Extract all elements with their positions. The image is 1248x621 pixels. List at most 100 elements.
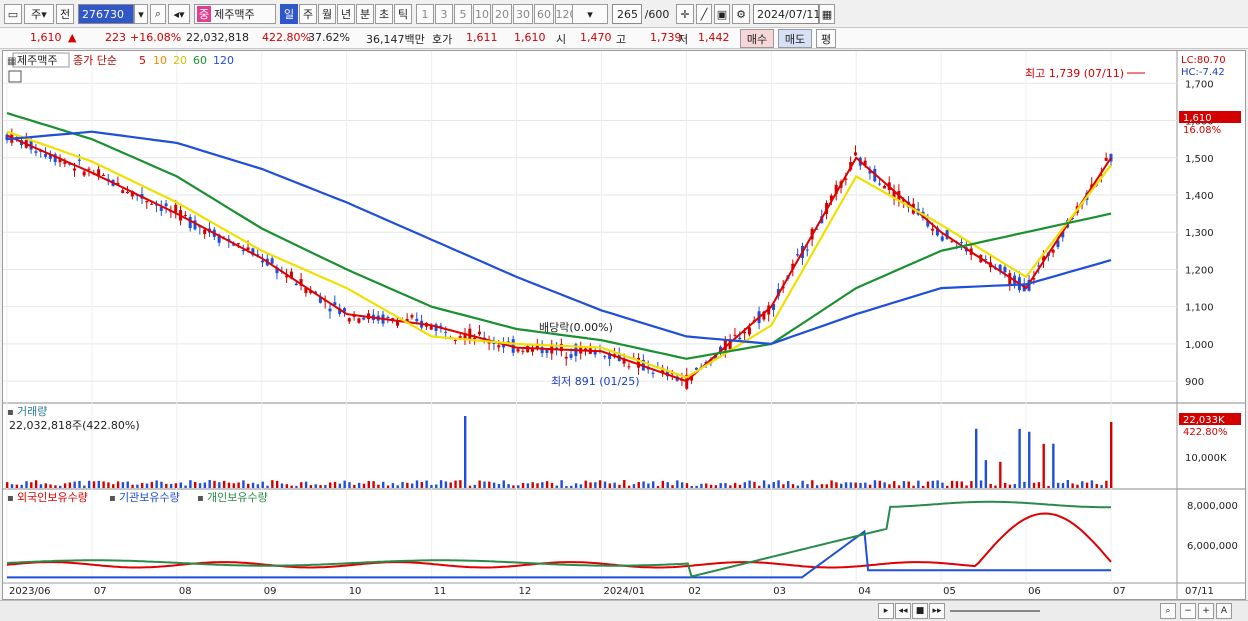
volume-bar xyxy=(550,482,554,488)
market-select[interactable]: 주 ▾ xyxy=(24,4,54,24)
buy-button[interactable]: 매수 xyxy=(740,29,774,48)
interval-tab-5[interactable]: 5 xyxy=(454,4,472,24)
volume-bar xyxy=(420,482,424,488)
volume-bar xyxy=(20,484,23,488)
save-icon[interactable]: ▣ xyxy=(714,4,730,24)
interval-tab-60[interactable]: 60 xyxy=(534,4,554,24)
volume-bar xyxy=(729,485,732,488)
volume-bar xyxy=(415,480,419,488)
volume-bar xyxy=(936,480,939,488)
period-tab-4[interactable]: 분 xyxy=(356,4,374,24)
volume-bar xyxy=(541,482,544,488)
layout-icon[interactable]: ▭ xyxy=(4,4,22,24)
x-tick-label: 02 xyxy=(688,586,701,597)
volume-bar xyxy=(357,482,361,488)
high-label: 고 xyxy=(616,33,627,46)
volume-bar xyxy=(343,480,346,488)
eval-button[interactable]: 평 xyxy=(816,29,836,48)
volume-bar xyxy=(251,482,255,488)
high-annotation: 최고 1,739 (07/11) xyxy=(1025,67,1124,80)
volume-bar xyxy=(430,484,433,488)
zoom-out-icon[interactable]: − xyxy=(1180,603,1196,619)
period-tab-0[interactable]: 일 xyxy=(280,4,298,24)
calendar-icon[interactable]: ▦ xyxy=(819,4,835,24)
font-size-icon[interactable]: A xyxy=(1216,603,1232,619)
date-input[interactable]: 2024/07/11 xyxy=(753,4,820,24)
interval-tab-30[interactable]: 30 xyxy=(513,4,533,24)
stock-code-input[interactable]: 276730 xyxy=(78,4,134,24)
first-icon[interactable]: ◂◂ xyxy=(895,603,911,619)
open-label: 시 xyxy=(556,33,567,46)
volume-bar xyxy=(613,482,616,488)
volume-bar xyxy=(791,484,795,488)
open-price: 1,470 xyxy=(580,31,612,44)
table-toggle-icon[interactable] xyxy=(8,70,22,83)
volume-bar xyxy=(377,484,380,488)
volume-bar xyxy=(1081,481,1084,488)
last-icon[interactable]: ▸▸ xyxy=(929,603,945,619)
sell-button[interactable]: 매도 xyxy=(778,29,812,48)
volume-bar xyxy=(999,461,1002,488)
interval-tab-3[interactable]: 3 xyxy=(435,4,453,24)
magnify-icon[interactable]: ⌕ xyxy=(1160,603,1176,619)
x-tick-label: 09 xyxy=(264,586,277,597)
stock-name-box[interactable]: 중 제주맥주 xyxy=(194,4,276,24)
volume-bar xyxy=(623,480,626,488)
x-tick-label: 11 xyxy=(434,586,447,597)
chart-area[interactable]: 1,7001,6001,5001,4001,3001,2001,1001,000… xyxy=(2,50,1246,600)
stock-chart[interactable]: 1,7001,6001,5001,4001,3001,2001,1001,000… xyxy=(3,51,1245,599)
volume-bar xyxy=(261,481,264,488)
ma-20-label: 20 xyxy=(173,54,187,67)
period-tab-5[interactable]: 초 xyxy=(375,4,393,24)
prev-select[interactable]: 전 xyxy=(56,4,74,24)
candle-body xyxy=(101,175,105,177)
volume-bar xyxy=(463,416,467,488)
zoom-in-icon[interactable]: + xyxy=(1198,603,1214,619)
volume-bar xyxy=(73,481,76,488)
candle-body xyxy=(564,356,568,359)
code-dropdown-icon[interactable]: ▾ xyxy=(134,4,148,24)
period-tab-2[interactable]: 월 xyxy=(318,4,336,24)
y-tick-label: 1,700 xyxy=(1185,79,1214,90)
period-tab-6[interactable]: 틱 xyxy=(394,4,412,24)
stop-icon[interactable]: ■ xyxy=(912,603,928,619)
period-tab-1[interactable]: 주 xyxy=(299,4,317,24)
volume-bar xyxy=(174,483,178,488)
volume-bar xyxy=(979,480,983,488)
draw-icon[interactable]: ╱ xyxy=(696,4,712,24)
x-tick-label: 05 xyxy=(943,586,956,597)
candle-body xyxy=(882,186,886,189)
zoom-slider[interactable] xyxy=(950,610,1040,612)
volume-bar xyxy=(140,482,144,488)
interval-select[interactable]: ▾ xyxy=(572,4,608,24)
candle-body xyxy=(174,204,178,213)
volume-bar xyxy=(439,480,443,488)
volume-bar xyxy=(1056,482,1060,488)
candle-body xyxy=(72,168,76,171)
crosshair-icon[interactable]: ✛ xyxy=(676,4,694,24)
volume-bar xyxy=(338,483,342,488)
volume-bar xyxy=(30,482,33,488)
gear-icon[interactable]: ⚙ xyxy=(732,4,750,24)
speaker-icon[interactable]: ◂▾ xyxy=(168,4,190,24)
interval-tab-10[interactable]: 10 xyxy=(473,4,491,24)
volume-panel-icon: ▪ xyxy=(7,407,14,418)
count-input[interactable]: 265 xyxy=(612,4,642,24)
candle-body xyxy=(627,366,631,368)
volume-bar xyxy=(83,485,86,488)
volume-bar xyxy=(801,480,804,488)
scroll-right-icon[interactable]: ▸ xyxy=(878,603,894,619)
volume-bar xyxy=(353,484,356,488)
interval-tab-1[interactable]: 1 xyxy=(416,4,434,24)
volume-bar xyxy=(840,483,843,488)
volume-bar xyxy=(382,481,385,488)
volume-bar xyxy=(92,481,96,488)
volume-bar xyxy=(97,480,100,488)
low-annotation: 최저 891 (01/25) xyxy=(551,375,640,388)
interval-tab-20[interactable]: 20 xyxy=(492,4,512,24)
search-icon[interactable]: ⌕ xyxy=(150,4,166,24)
holdings-tick-8m: 8,000,000 xyxy=(1187,501,1238,512)
candle-body xyxy=(82,171,86,176)
candle-body xyxy=(126,192,130,194)
period-tab-3[interactable]: 년 xyxy=(337,4,355,24)
